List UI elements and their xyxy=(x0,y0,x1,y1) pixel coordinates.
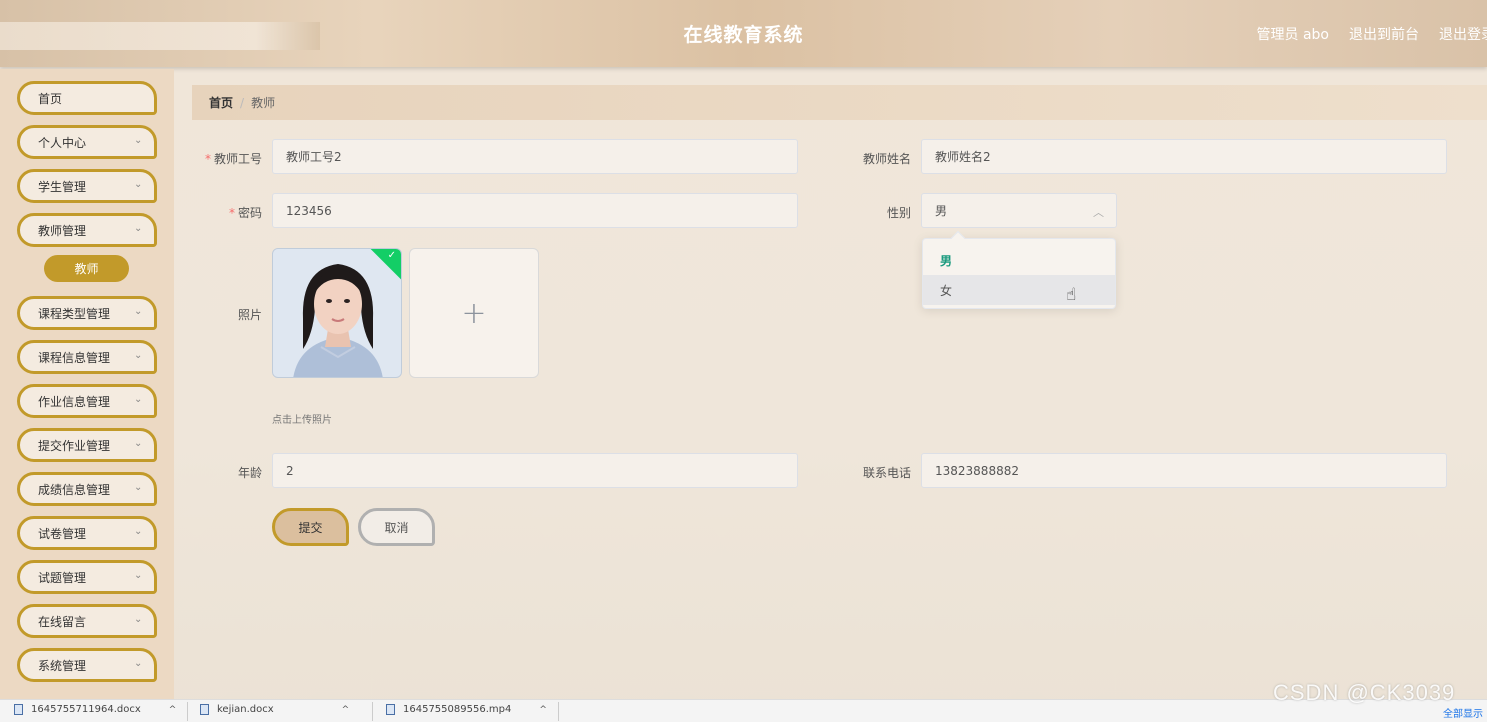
sidebar-subitem-teacher[interactable]: 教师 xyxy=(44,255,129,282)
divider xyxy=(187,702,188,721)
gender-option-female[interactable]: 女 xyxy=(923,275,1115,305)
breadcrumb-current: 教师 xyxy=(251,96,276,110)
password-input[interactable]: 123456 xyxy=(272,193,798,228)
sidebar-item-label: 课程类型管理 xyxy=(38,306,111,321)
sidebar-item-label: 个人中心 xyxy=(38,135,87,150)
dropdown-pointer xyxy=(950,230,966,246)
teacher-id-label: * 教师工号 xyxy=(172,150,262,167)
breadcrumb-home[interactable]: 首页 xyxy=(209,94,233,111)
check-icon: ✓ xyxy=(387,250,396,261)
uploaded-photo[interactable]: ✓ xyxy=(272,248,402,378)
sidebar-item-course-types[interactable]: 课程类型管理 ⌄ xyxy=(17,296,157,330)
chevron-down-icon: ⌄ xyxy=(134,614,143,625)
sidebar-item-homework-info[interactable]: 作业信息管理 ⌄ xyxy=(17,384,157,418)
teacher-id-label-text: 教师工号 xyxy=(213,152,262,166)
breadcrumb-separator: / xyxy=(240,95,245,110)
cancel-button[interactable]: 取消 xyxy=(358,508,435,546)
show-all-link[interactable]: 全部显示 xyxy=(1443,705,1483,720)
logout-link[interactable]: 退出登录 xyxy=(1439,24,1487,44)
divider xyxy=(372,702,373,721)
teacher-name-label: 教师姓名 xyxy=(862,152,911,166)
download-filename: 1645755711964.docx xyxy=(31,704,141,715)
sidebar-item-system[interactable]: 系统管理 ⌄ xyxy=(17,648,157,682)
header-links: 管理员 abo 退出到前台 退出登录 xyxy=(1257,24,1487,44)
sidebar-item-label: 学生管理 xyxy=(38,179,87,194)
watermark: CSDN @CK3039 xyxy=(1273,680,1456,705)
divider xyxy=(558,702,559,721)
sidebar-item-label: 课程信息管理 xyxy=(38,350,111,365)
required-mark: * xyxy=(204,152,211,166)
chevron-down-icon: ⌄ xyxy=(134,438,143,449)
back-to-frontend-link[interactable]: 退出到前台 xyxy=(1349,24,1419,44)
chevron-down-icon: ⌄ xyxy=(134,223,143,234)
admin-user: 管理员 abo xyxy=(1256,27,1329,43)
sidebar-item-label: 首页 xyxy=(38,91,63,106)
chevron-down-icon: ⌄ xyxy=(134,570,143,581)
chevron-down-icon: ⌄ xyxy=(134,135,143,146)
top-header: 在线教育系统 管理员 abo 退出到前台 退出登录 xyxy=(0,0,1487,67)
chevron-down-icon: ⌄ xyxy=(134,350,143,361)
chevron-down-icon: ⌄ xyxy=(134,658,143,669)
sidebar-item-label: 在线留言 xyxy=(38,614,87,629)
sidebar-item-label: 教师管理 xyxy=(38,223,87,238)
upload-photo-button[interactable]: + xyxy=(409,248,539,378)
sidebar-item-personal-center[interactable]: 个人中心 ⌄ xyxy=(17,125,157,159)
sidebar-item-label: 试题管理 xyxy=(38,570,87,585)
password-label: * 密码 xyxy=(172,204,262,221)
chevron-up-icon[interactable]: ^ xyxy=(539,705,547,715)
photo-label: 照片 xyxy=(237,308,262,322)
sidebar-item-submit-homework[interactable]: 提交作业管理 ⌄ xyxy=(17,428,157,462)
chevron-up-icon[interactable]: ^ xyxy=(342,705,350,715)
sidebar-item-label: 系统管理 xyxy=(38,658,87,673)
hand-pointer-icon: ☝ xyxy=(1066,285,1077,305)
gender-select-value: 男 xyxy=(935,204,948,218)
age-label: 年龄 xyxy=(237,466,262,480)
sidebar-item-label: 试卷管理 xyxy=(38,526,87,541)
download-item[interactable]: 1645755089556.mp4 ^ xyxy=(386,704,547,715)
teacher-id-input[interactable]: 教师工号2 xyxy=(272,139,798,174)
sidebar-item-home[interactable]: 首页 xyxy=(17,81,157,115)
upload-tip: 点击上传照片 xyxy=(272,415,332,426)
sidebar-item-students[interactable]: 学生管理 ⌄ xyxy=(17,169,157,203)
document-icon xyxy=(200,704,209,715)
sidebar-item-course-info[interactable]: 课程信息管理 ⌄ xyxy=(17,340,157,374)
portrait-image xyxy=(273,249,401,377)
download-item[interactable]: kejian.docx ^ xyxy=(200,704,349,715)
chevron-up-icon[interactable]: ^ xyxy=(169,705,177,715)
submit-button[interactable]: 提交 xyxy=(272,508,349,546)
chevron-down-icon: ⌄ xyxy=(134,526,143,537)
phone-input[interactable]: 13823888882 xyxy=(921,453,1447,488)
breadcrumb: 首页 / 教师 xyxy=(192,85,1487,120)
download-filename: kejian.docx xyxy=(217,704,274,715)
sidebar-item-label: 成绩信息管理 xyxy=(38,482,111,497)
chevron-down-icon: ⌄ xyxy=(134,394,143,405)
download-filename: 1645755089556.mp4 xyxy=(403,704,512,715)
chevron-down-icon: ⌄ xyxy=(134,482,143,493)
download-bar: 1645755711964.docx ^ kejian.docx ^ 16457… xyxy=(0,699,1487,722)
gender-option-male[interactable]: 男 xyxy=(923,245,1115,275)
sidebar: 首页 个人中心 ⌄ 学生管理 ⌄ 教师管理 ⌄ 教师 课程类型管理 ⌄ 课程信息管理 ⌄ … xyxy=(0,69,174,699)
phone-label: 联系电话 xyxy=(862,466,911,480)
chevron-up-icon: ︿ xyxy=(1093,206,1104,219)
sidebar-item-label: 作业信息管理 xyxy=(38,394,111,409)
age-input[interactable]: 2 xyxy=(272,453,798,488)
plus-icon: + xyxy=(461,295,487,331)
teacher-name-input[interactable]: 教师姓名2 xyxy=(921,139,1447,174)
gender-dropdown: 男 女 xyxy=(922,230,1116,309)
sidebar-item-label: 提交作业管理 xyxy=(38,438,111,453)
sidebar-item-messages[interactable]: 在线留言 ⌄ xyxy=(17,604,157,638)
gender-label: 性别 xyxy=(886,206,911,220)
download-item[interactable]: 1645755711964.docx ^ xyxy=(14,704,176,715)
sidebar-item-questions[interactable]: 试题管理 ⌄ xyxy=(17,560,157,594)
gender-select[interactable]: 男 ︿ xyxy=(921,193,1117,228)
chevron-down-icon: ⌄ xyxy=(134,306,143,317)
required-mark: * xyxy=(228,206,235,220)
sidebar-item-grades[interactable]: 成绩信息管理 ⌄ xyxy=(17,472,157,506)
document-icon xyxy=(14,704,23,715)
sidebar-item-teachers[interactable]: 教师管理 ⌄ xyxy=(17,213,157,247)
chevron-down-icon: ⌄ xyxy=(134,179,143,190)
sidebar-item-exam-papers[interactable]: 试卷管理 ⌄ xyxy=(17,516,157,550)
video-file-icon xyxy=(386,704,395,715)
password-label-text: 密码 xyxy=(237,206,262,220)
